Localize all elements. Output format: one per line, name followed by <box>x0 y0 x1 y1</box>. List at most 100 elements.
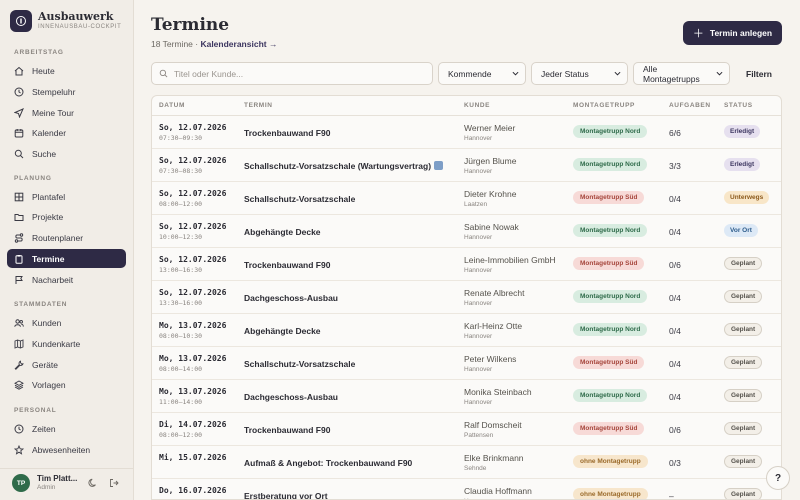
section-label-arbeitstag: ARBEITSTAG <box>14 49 64 56</box>
logout-icon[interactable] <box>109 478 119 488</box>
sidebar-item-label: Stempeluhr <box>32 86 76 97</box>
appointment-date: Mi, 15.07.2026 <box>159 453 227 462</box>
sidebar-item-stempeluhr[interactable]: Stempeluhr <box>7 82 126 101</box>
status-select[interactable]: Jeder Status <box>531 62 628 85</box>
task-count: 3/3 <box>669 161 681 171</box>
appointment-time: 08:00–12:00 <box>159 431 203 439</box>
sidebar-item-zeiten[interactable]: Zeiten <box>7 419 126 438</box>
sidebar-item-routenplaner[interactable]: Routenplaner <box>7 228 126 247</box>
appointment-time: 08:00–12:00 <box>159 200 203 208</box>
search-input[interactable] <box>174 68 414 79</box>
sidebar-item-geraete[interactable]: Geräte <box>7 355 126 374</box>
filter-button[interactable]: Filtern <box>739 62 779 85</box>
table-row[interactable]: Mo, 13.07.2026 11:00–14:00 Dachgeschoss-Au… <box>152 380 781 413</box>
table-row[interactable]: So, 12.07.2026 13:00–16:30 Trockenbauwand … <box>152 248 781 281</box>
status-badge: Erledigt <box>724 158 761 171</box>
appointment-title: Schallschutz-Vorsatzschale <box>244 359 355 369</box>
appointment-date: So, 12.07.2026 <box>159 288 227 297</box>
period-select-value: Kommende <box>448 68 492 79</box>
period-select[interactable]: Kommende <box>438 62 526 85</box>
table-header: DATUM TERMIN KUNDE MONTAGETRUPP AUFGABEN… <box>152 96 781 116</box>
appointment-time: 13:30–16:00 <box>159 299 203 307</box>
add-appointment-label: Termin anlegen <box>709 28 773 38</box>
table-row[interactable]: So, 12.07.2026 13:30–16:00 Dachgeschoss-Au… <box>152 281 781 314</box>
avatar[interactable]: TP <box>12 474 30 492</box>
column-header-customer[interactable]: KUNDE <box>464 102 490 109</box>
table-row[interactable]: So, 12.07.2026 07:30–08:30 Schallschutz-Vo… <box>152 149 781 182</box>
sidebar-item-label: Vorlagen <box>32 379 66 390</box>
column-header-date[interactable]: DATUM <box>159 102 185 109</box>
sidebar-item-termine[interactable]: Termine <box>7 249 126 268</box>
sidebar-item-plantafel[interactable]: Plantafel <box>7 187 126 206</box>
appointment-date: So, 12.07.2026 <box>159 189 227 198</box>
appointment-title: Trockenbauwand F90 <box>244 128 330 138</box>
team-select[interactable]: Alle Montagetrupps <box>633 62 730 85</box>
customer-city: Hannover <box>464 300 493 307</box>
table-row[interactable]: So, 12.07.2026 08:00–12:00 Schallschutz-Vo… <box>152 182 781 215</box>
sidebar-item-meine-tour[interactable]: Meine Tour <box>7 103 126 122</box>
task-count: 0/4 <box>669 326 681 336</box>
table-row[interactable]: Di, 14.07.2026 08:00–12:00 Trockenbauwand … <box>152 413 781 446</box>
task-count: 0/4 <box>669 194 681 204</box>
map-icon <box>14 338 24 349</box>
sidebar-item-kunden[interactable]: Kunden <box>7 313 126 332</box>
brand[interactable]: Ausbauwerk INNENAUSBAU-COCKPIT <box>10 10 121 32</box>
sidebar-item-projekte[interactable]: Projekte <box>7 207 126 226</box>
status-badge: Erledigt <box>724 125 761 138</box>
sidebar-item-kalender[interactable]: Kalender <box>7 123 126 142</box>
sidebar-item-suche[interactable]: Suche <box>7 144 126 163</box>
appointment-time: 10:00–12:30 <box>159 233 203 241</box>
calendar-view-link[interactable]: Kalenderansicht → <box>200 39 277 49</box>
customer-name: Jürgen Blume <box>464 156 517 166</box>
task-count: 0/4 <box>669 293 681 303</box>
sidebar-item-label: Geräte <box>32 359 58 370</box>
chevron-down-icon <box>716 71 723 76</box>
team-badge: Montagetrupp Süd <box>573 257 645 270</box>
table-row[interactable]: Do, 16.07.2026 Erstberatung vor Ort Claudi… <box>152 479 781 499</box>
subtitle: 18 Termine · Kalenderansicht → <box>151 39 277 49</box>
sidebar-item-nacharbeit[interactable]: Nacharbeit <box>7 270 126 289</box>
appointment-title: Erstberatung vor Ort <box>244 491 328 499</box>
help-button[interactable]: ? <box>766 466 790 490</box>
status-badge: Geplant <box>724 455 763 468</box>
sidebar-item-label: Kalender <box>32 127 67 138</box>
sidebar-item-vorlagen[interactable]: Vorlagen <box>7 375 126 394</box>
customer-city: Hannover <box>464 135 493 142</box>
table-row[interactable]: So, 12.07.2026 07:30–09:30 Trockenbauwand … <box>152 116 781 149</box>
customer-city: Hannover <box>464 168 493 175</box>
appointment-title: Abgehängte Decke <box>244 227 321 237</box>
appointment-time: 08:00–10:30 <box>159 332 203 340</box>
appointments-table: DATUM TERMIN KUNDE MONTAGETRUPP AUFGABEN… <box>151 95 782 500</box>
section-label-stammdaten: STAMMDATEN <box>14 301 68 308</box>
search-icon <box>14 149 24 158</box>
column-header-team[interactable]: MONTAGETRUPP <box>573 102 635 109</box>
add-appointment-button[interactable]: ＋ Termin anlegen <box>683 21 782 45</box>
section-label-planung: PLANUNG <box>14 175 52 182</box>
appointment-date: So, 12.07.2026 <box>159 123 227 132</box>
customer-name: Renate Albrecht <box>464 288 525 298</box>
customer-city: Laatzen <box>464 201 488 208</box>
chevron-down-icon <box>614 71 621 76</box>
table-row[interactable]: Mi, 15.07.2026 Aufmaß & Angebot: Trockenb… <box>152 446 781 479</box>
clock-icon <box>14 87 24 96</box>
sidebar-item-label: Termine <box>32 253 65 264</box>
flag-icon <box>15 275 23 284</box>
column-header-tasks[interactable]: AUFGABEN <box>669 102 711 109</box>
column-header-appointment[interactable]: TERMIN <box>244 102 273 109</box>
moon-icon[interactable] <box>88 478 98 488</box>
table-row[interactable]: So, 12.07.2026 10:00–12:30 Abgehängte Deck… <box>152 215 781 248</box>
sidebar-item-heute[interactable]: Heute <box>7 61 126 80</box>
table-row[interactable]: Mo, 13.07.2026 08:00–14:00 Schallschutz-Vo… <box>152 347 781 380</box>
appointment-date: Di, 14.07.2026 <box>159 420 227 429</box>
column-header-status[interactable]: STATUS <box>724 102 753 109</box>
sidebar-item-label: Kundenkarte <box>32 338 81 349</box>
appointment-title-text: Dachgeschoss-Ausbau <box>244 293 338 303</box>
table-row[interactable]: Mo, 13.07.2026 08:00–10:30 Abgehängte Deck… <box>152 314 781 347</box>
search-icon <box>159 69 168 78</box>
sidebar-item-label: Zeiten <box>32 423 56 434</box>
sidebar-item-abwesenheiten[interactable]: Abwesenheiten <box>7 440 126 459</box>
customer-name: Werner Meier <box>464 123 516 133</box>
task-count: 6/6 <box>669 128 681 138</box>
appointment-title-text: Trockenbauwand F90 <box>244 260 331 270</box>
sidebar-item-kundenkarte[interactable]: Kundenkarte <box>7 334 126 353</box>
